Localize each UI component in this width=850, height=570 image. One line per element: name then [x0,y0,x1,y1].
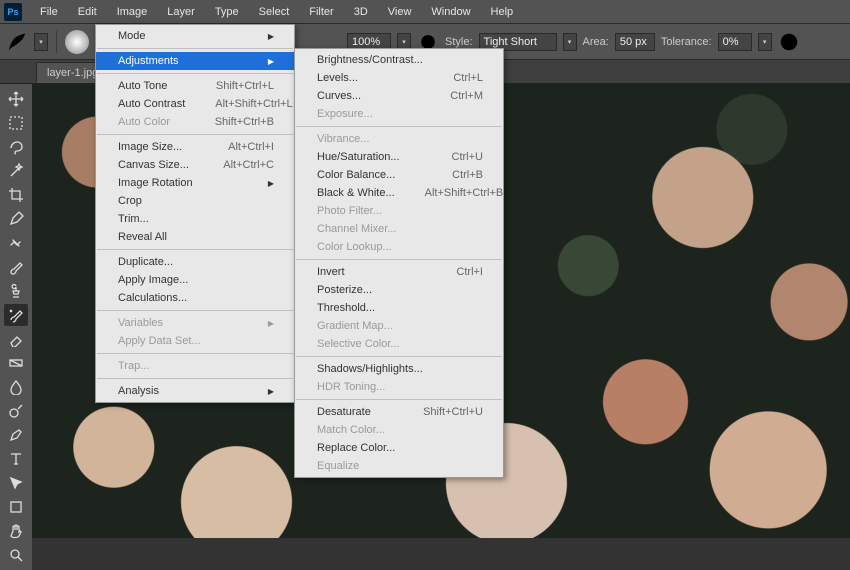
area-label: Area: [583,36,609,48]
tool-history-brush[interactable] [4,304,28,326]
menuitem-photo-filter: Photo Filter... [295,202,503,220]
menuitem-selective-color: Selective Color... [295,335,503,353]
tool-stamp[interactable] [4,280,28,302]
tool-pen[interactable] [4,424,28,446]
menuitem-levels[interactable]: Levels...Ctrl+L [295,69,503,87]
menuitem-invert[interactable]: InvertCtrl+I [295,263,503,281]
tool-gradient[interactable] [4,352,28,374]
menu-layer[interactable]: Layer [157,2,205,22]
menu-edit[interactable]: Edit [68,2,107,22]
menu-window[interactable]: Window [421,2,480,22]
menuitem-apply-image[interactable]: Apply Image... [96,271,294,289]
style-label: Style: [445,36,473,48]
menuitem-reveal-all[interactable]: Reveal All [96,228,294,246]
menuitem-crop[interactable]: Crop [96,192,294,210]
tolerance-label: Tolerance: [661,36,712,48]
tool-wand[interactable] [4,160,28,182]
menuitem-image-size[interactable]: Image Size...Alt+Ctrl+I [96,138,294,156]
menuitem-gradient-map: Gradient Map... [295,317,503,335]
tool-dodge[interactable] [4,400,28,422]
menuitem-image-rotation[interactable]: Image Rotation▶ [96,174,294,192]
image-menu-dropdown: Mode▶Adjustments▶Auto ToneShift+Ctrl+LAu… [95,24,295,403]
menu-file[interactable]: File [30,2,68,22]
menuitem-auto-color: Auto ColorShift+Ctrl+B [96,113,294,131]
tool-eraser[interactable] [4,328,28,350]
menuitem-auto-tone[interactable]: Auto ToneShift+Ctrl+L [96,77,294,95]
menuitem-adjustments[interactable]: Adjustments▶ [96,52,294,70]
tool-blur[interactable] [4,376,28,398]
tool-healing[interactable] [4,232,28,254]
menuitem-black-white[interactable]: Black & White...Alt+Shift+Ctrl+B [295,184,503,202]
tool-brush[interactable] [4,256,28,278]
menuitem-variables: Variables▶ [96,314,294,332]
left-toolbar [0,84,32,570]
menuitem-desaturate[interactable]: DesaturateShift+Ctrl+U [295,403,503,421]
menuitem-replace-color[interactable]: Replace Color... [295,439,503,457]
menuitem-trap: Trap... [96,357,294,375]
brush-preview-icon[interactable] [65,30,89,54]
menu-3d[interactable]: 3D [344,2,378,22]
tolerance-field[interactable]: 0% [718,33,752,51]
menu-type[interactable]: Type [205,2,249,22]
menuitem-apply-data-set: Apply Data Set... [96,332,294,350]
menu-image[interactable]: Image [107,2,158,22]
tool-marquee[interactable] [4,112,28,134]
menuitem-equalize: Equalize [295,457,503,475]
menuitem-channel-mixer: Channel Mixer... [295,220,503,238]
menuitem-hdr-toning: HDR Toning... [295,378,503,396]
menuitem-match-color: Match Color... [295,421,503,439]
menuitem-calculations[interactable]: Calculations... [96,289,294,307]
menuitem-hue-saturation[interactable]: Hue/Saturation...Ctrl+U [295,148,503,166]
menuitem-brightness-contrast[interactable]: Brightness/Contrast... [295,51,503,69]
tool-lasso[interactable] [4,136,28,158]
menuitem-curves[interactable]: Curves...Ctrl+M [295,87,503,105]
tolerance-dropdown[interactable]: ▾ [758,33,772,51]
menuitem-exposure: Exposure... [295,105,503,123]
menuitem-auto-contrast[interactable]: Auto ContrastAlt+Shift+Ctrl+L [96,95,294,113]
menubar: Ps FileEditImageLayerTypeSelectFilter3DV… [0,0,850,24]
menuitem-duplicate[interactable]: Duplicate... [96,253,294,271]
menuitem-trim[interactable]: Trim... [96,210,294,228]
menuitem-color-balance[interactable]: Color Balance...Ctrl+B [295,166,503,184]
tool-hand[interactable] [4,520,28,542]
tool-preset-icon[interactable] [6,31,28,53]
area-field[interactable]: 50 px [615,33,655,51]
tool-type[interactable] [4,448,28,470]
tool-crop[interactable] [4,184,28,206]
app-logo: Ps [4,3,22,21]
menuitem-canvas-size[interactable]: Canvas Size...Alt+Ctrl+C [96,156,294,174]
tool-move[interactable] [4,88,28,110]
tool-eyedropper[interactable] [4,208,28,230]
menuitem-color-lookup: Color Lookup... [295,238,503,256]
menuitem-threshold[interactable]: Threshold... [295,299,503,317]
tool-zoom[interactable] [4,544,28,566]
menuitem-posterize[interactable]: Posterize... [295,281,503,299]
tool-preset-dropdown[interactable]: ▾ [34,33,48,51]
menuitem-mode[interactable]: Mode▶ [96,27,294,45]
menuitem-shadows-highlights[interactable]: Shadows/Highlights... [295,360,503,378]
tool-rectangle[interactable] [4,496,28,518]
menu-select[interactable]: Select [249,2,300,22]
pressure-icon[interactable] [778,31,800,53]
menuitem-analysis[interactable]: Analysis▶ [96,382,294,400]
adjustments-submenu: Brightness/Contrast...Levels...Ctrl+LCur… [294,48,504,478]
menu-filter[interactable]: Filter [299,2,343,22]
menu-view[interactable]: View [378,2,422,22]
tool-path-select[interactable] [4,472,28,494]
menu-help[interactable]: Help [481,2,524,22]
style-dropdown[interactable]: ▾ [563,33,577,51]
menuitem-vibrance: Vibrance... [295,130,503,148]
